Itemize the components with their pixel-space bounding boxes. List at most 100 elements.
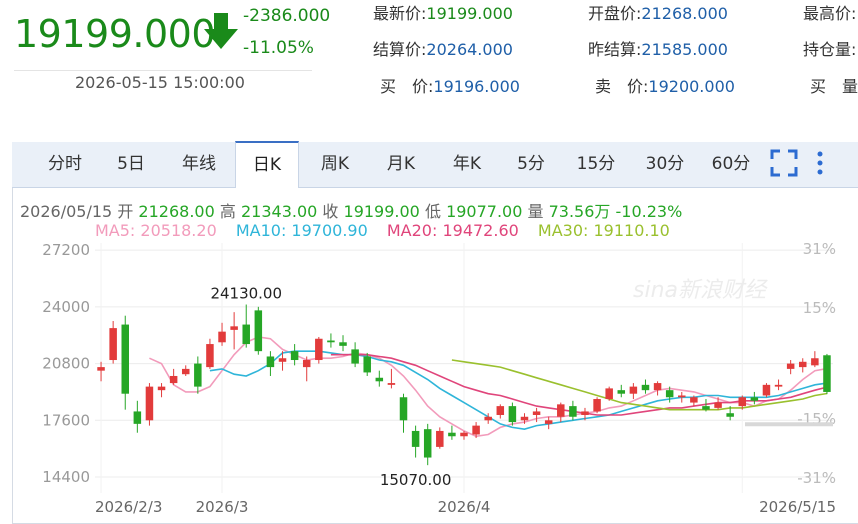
candle-body [605,388,613,400]
candle-body [690,397,698,403]
candle [302,356,311,382]
candle [121,315,129,410]
candle [629,383,638,400]
candle [97,361,105,382]
candle-body [157,386,166,391]
candle [133,400,142,433]
candle-body [387,383,396,385]
candle [242,304,250,348]
candle [799,358,807,373]
candle [762,383,771,398]
candle [448,425,456,440]
y-tick-label: 24000 [42,298,90,316]
candle [145,383,154,426]
candle-body [375,377,384,382]
ma10-line [209,350,828,431]
candlestick-chart[interactable]: 272002400020800176001440031%15%-15%-31%2… [0,0,858,516]
candle-body [750,397,759,401]
candle [678,391,686,403]
candle-body [653,383,662,391]
candle-body [738,397,747,407]
candle-body [496,406,505,415]
candle-body [97,367,105,371]
candle [327,333,335,348]
candle-body [786,363,795,369]
candle-body [641,384,650,391]
candle [278,351,287,371]
candle-body [762,384,771,396]
candle [411,425,420,458]
candle [593,397,601,414]
candle [823,353,831,395]
candle [605,386,613,401]
candle-body [557,404,565,417]
candle [811,351,819,368]
candle-body [278,358,287,362]
candle-body [520,416,529,421]
x-tick-label: 2026/3 [196,498,249,516]
candle-body [133,411,142,424]
candle [423,423,432,466]
candle-body [436,430,444,447]
candle-body [290,351,299,361]
candle [315,336,323,364]
pct-tick-label: -31% [797,469,836,487]
candle [496,404,505,419]
candle-body [109,328,117,361]
candle-body [254,310,263,352]
candle [351,342,359,368]
x-tick-label: 2026/4 [438,498,491,516]
candle [194,356,202,394]
candle-body [230,326,238,330]
x-tick-label: 2026/5/15 [759,498,836,516]
candle [544,416,553,430]
candle-body [665,390,674,398]
candle [218,322,226,346]
candle [641,379,650,394]
candle-body [411,430,420,447]
y-tick-label: 17600 [42,411,90,429]
y-tick-label: 27200 [42,241,90,259]
candle-body [532,411,541,415]
candle-body [194,363,202,387]
candle [750,391,759,405]
candle-body [351,349,359,364]
candle-body [145,386,154,421]
y-tick-label: 20800 [42,355,90,373]
candle-body [218,331,226,343]
candle [157,383,166,398]
candle [557,402,565,423]
candle [399,393,408,433]
candle-body [181,368,190,375]
candle [375,370,384,387]
candle-body [448,432,456,437]
candle-body [799,361,807,368]
candle [266,351,275,376]
candle [774,379,783,391]
candle-body [302,360,311,368]
candle-body [544,420,553,424]
candle-body [423,429,432,458]
ma30-line [451,359,828,411]
candle [181,365,190,376]
pct-tick-label: 31% [803,240,836,258]
candle-body [569,406,577,417]
candle-body [460,432,468,437]
candle [569,400,577,421]
candle [653,381,662,396]
candle-body [617,390,626,394]
candle [508,402,517,426]
candle-body [327,340,335,343]
candle-body [714,402,722,408]
candle-body [315,338,323,361]
candle [387,368,396,389]
candle-body [678,395,686,398]
candle-body [399,397,408,421]
candle [206,338,214,369]
candle [109,321,117,364]
candle-body [774,384,783,387]
candle-body [508,406,517,423]
candle-body [363,356,371,373]
candle-body [823,355,831,392]
pct-tick-label: 15% [803,299,836,317]
